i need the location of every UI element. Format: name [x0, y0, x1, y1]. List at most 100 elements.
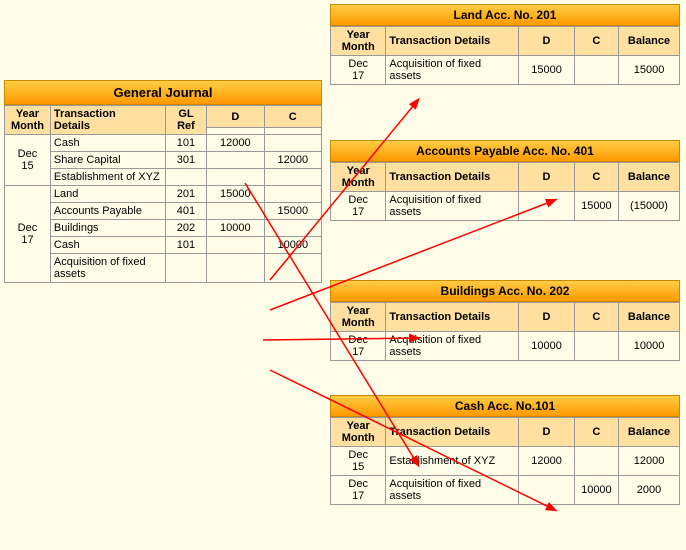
- ledger-d-hdr: D: [519, 27, 574, 56]
- ledger-c: 10000: [574, 476, 618, 505]
- table-row: Dec 15 Cash 101 12000: [5, 135, 322, 152]
- ledger-date: Dec 17: [331, 476, 386, 505]
- gj-gl: [165, 254, 206, 283]
- ledger-d: 12000: [519, 447, 574, 476]
- ledger-detail-hdr: Transaction Details: [386, 27, 519, 56]
- gj-gl: 201: [165, 186, 206, 203]
- table-row: Dec 17 Acquisition of fixed assets 10000…: [331, 332, 680, 361]
- table-row: Accounts Payable 401 15000: [5, 203, 322, 220]
- ledger-bal-hdr: Balance: [619, 163, 680, 192]
- gj-d: 12000: [207, 135, 264, 152]
- ledger-c-hdr: C: [574, 303, 618, 332]
- ledger-date: Dec 17: [331, 332, 386, 361]
- gj-detail: Establishment of XYZ: [50, 169, 165, 186]
- ledger-bal: 12000: [619, 447, 680, 476]
- gj-d: [207, 237, 264, 254]
- table-row: Dec 15 Establishment of XYZ 12000 12000: [331, 447, 680, 476]
- ledger-date: Dec 15: [331, 447, 386, 476]
- ledger-bal-hdr: Balance: [619, 418, 680, 447]
- gj-col-detail: Transaction Details: [50, 106, 165, 135]
- ledger-detail: Acquisition of fixed assets: [386, 332, 519, 361]
- gj-gl: 101: [165, 237, 206, 254]
- ledger-detail: Establishment of XYZ: [386, 447, 519, 476]
- table-row: Establishment of XYZ: [5, 169, 322, 186]
- land-account: Land Acc. No. 201 Year Month Transaction…: [330, 4, 680, 85]
- ledger-date: Dec 17: [331, 192, 386, 221]
- gj-gl: 301: [165, 152, 206, 169]
- ledger-d: 10000: [519, 332, 574, 361]
- gj-date-dec17: Dec 17: [5, 186, 51, 283]
- table-row: Cash 101 10000: [5, 237, 322, 254]
- ledger-c-hdr: C: [574, 27, 618, 56]
- ledger-d: 15000: [519, 56, 574, 85]
- ledger-header: Year Month Transaction Details D C Balan…: [331, 27, 680, 56]
- cash-account: Cash Acc. No.101 Year Month Transaction …: [330, 395, 680, 505]
- buildings-account: Buildings Acc. No. 202 Year Month Transa…: [330, 280, 680, 361]
- ledger-ym: Year Month: [331, 418, 386, 447]
- table-row: Acquisition of fixed assets: [5, 254, 322, 283]
- general-journal-table: Year Month Transaction Details GL Ref D …: [4, 105, 322, 283]
- ledger-ym: Year Month: [331, 163, 386, 192]
- ledger-bal: (15000): [619, 192, 680, 221]
- gj-detail: Acquisition of fixed assets: [50, 254, 165, 283]
- gj-col-d: D: [207, 106, 264, 128]
- ledger-d: [519, 192, 574, 221]
- gj-col-ym: Year Month: [5, 106, 51, 135]
- general-journal: General Journal Year Month Transaction D…: [4, 80, 322, 283]
- gj-gl: 401: [165, 203, 206, 220]
- gj-d: [207, 152, 264, 169]
- gj-detail: Buildings: [50, 220, 165, 237]
- ledger-detail-hdr: Transaction Details: [386, 303, 519, 332]
- ledger-c-hdr: C: [574, 163, 618, 192]
- ledger-d-hdr: D: [519, 303, 574, 332]
- gj-detail: Accounts Payable: [50, 203, 165, 220]
- land-account-table: Year Month Transaction Details D C Balan…: [330, 26, 680, 85]
- ledger-header: Year Month Transaction Details D C Balan…: [331, 418, 680, 447]
- ledger-c: 15000: [574, 192, 618, 221]
- buildings-account-title: Buildings Acc. No. 202: [330, 280, 680, 302]
- ledger-detail: Acquisition of fixed assets: [386, 476, 519, 505]
- general-journal-title: General Journal: [4, 80, 322, 105]
- gj-c: 10000: [264, 237, 321, 254]
- gj-detail: Share Capital: [50, 152, 165, 169]
- gj-c: 12000: [264, 152, 321, 169]
- gj-gl: 202: [165, 220, 206, 237]
- gj-date-dec15: Dec 15: [5, 135, 51, 186]
- ledger-detail-hdr: Transaction Details: [386, 418, 519, 447]
- gj-d: [207, 254, 264, 283]
- gj-d: 10000: [207, 220, 264, 237]
- ledger-header: Year Month Transaction Details D C Balan…: [331, 303, 680, 332]
- gj-header-row1: Year Month Transaction Details GL Ref D …: [5, 106, 322, 128]
- ap-account-table: Year Month Transaction Details D C Balan…: [330, 162, 680, 221]
- ledger-c-hdr: C: [574, 418, 618, 447]
- gj-c: [264, 220, 321, 237]
- ledger-c: [574, 447, 618, 476]
- gj-col-c: C: [264, 106, 321, 128]
- gj-gl: 101: [165, 135, 206, 152]
- gj-d: [207, 203, 264, 220]
- table-row: Dec 17 Acquisition of fixed assets 15000…: [331, 56, 680, 85]
- gj-gl: [165, 169, 206, 186]
- table-row: Buildings 202 10000: [5, 220, 322, 237]
- table-row: Share Capital 301 12000: [5, 152, 322, 169]
- ledger-bal-hdr: Balance: [619, 303, 680, 332]
- ledger-detail-hdr: Transaction Details: [386, 163, 519, 192]
- table-row: Dec 17 Land 201 15000: [5, 186, 322, 203]
- gj-c: 15000: [264, 203, 321, 220]
- ledger-d-hdr: D: [519, 418, 574, 447]
- ledger-detail: Acquisition of fixed assets: [386, 192, 519, 221]
- gj-d: 15000: [207, 186, 264, 203]
- gj-detail: Cash: [50, 135, 165, 152]
- gj-detail: Cash: [50, 237, 165, 254]
- land-account-title: Land Acc. No. 201: [330, 4, 680, 26]
- ledger-d: [519, 476, 574, 505]
- ap-account-title: Accounts Payable Acc. No. 401: [330, 140, 680, 162]
- ledger-bal-hdr: Balance: [619, 27, 680, 56]
- gj-c: [264, 135, 321, 152]
- ledger-d-hdr: D: [519, 163, 574, 192]
- ledger-c: [574, 332, 618, 361]
- ledger-ym: Year Month: [331, 27, 386, 56]
- ledger-c: [574, 56, 618, 85]
- ledger-header: Year Month Transaction Details D C Balan…: [331, 163, 680, 192]
- ledger-bal: 2000: [619, 476, 680, 505]
